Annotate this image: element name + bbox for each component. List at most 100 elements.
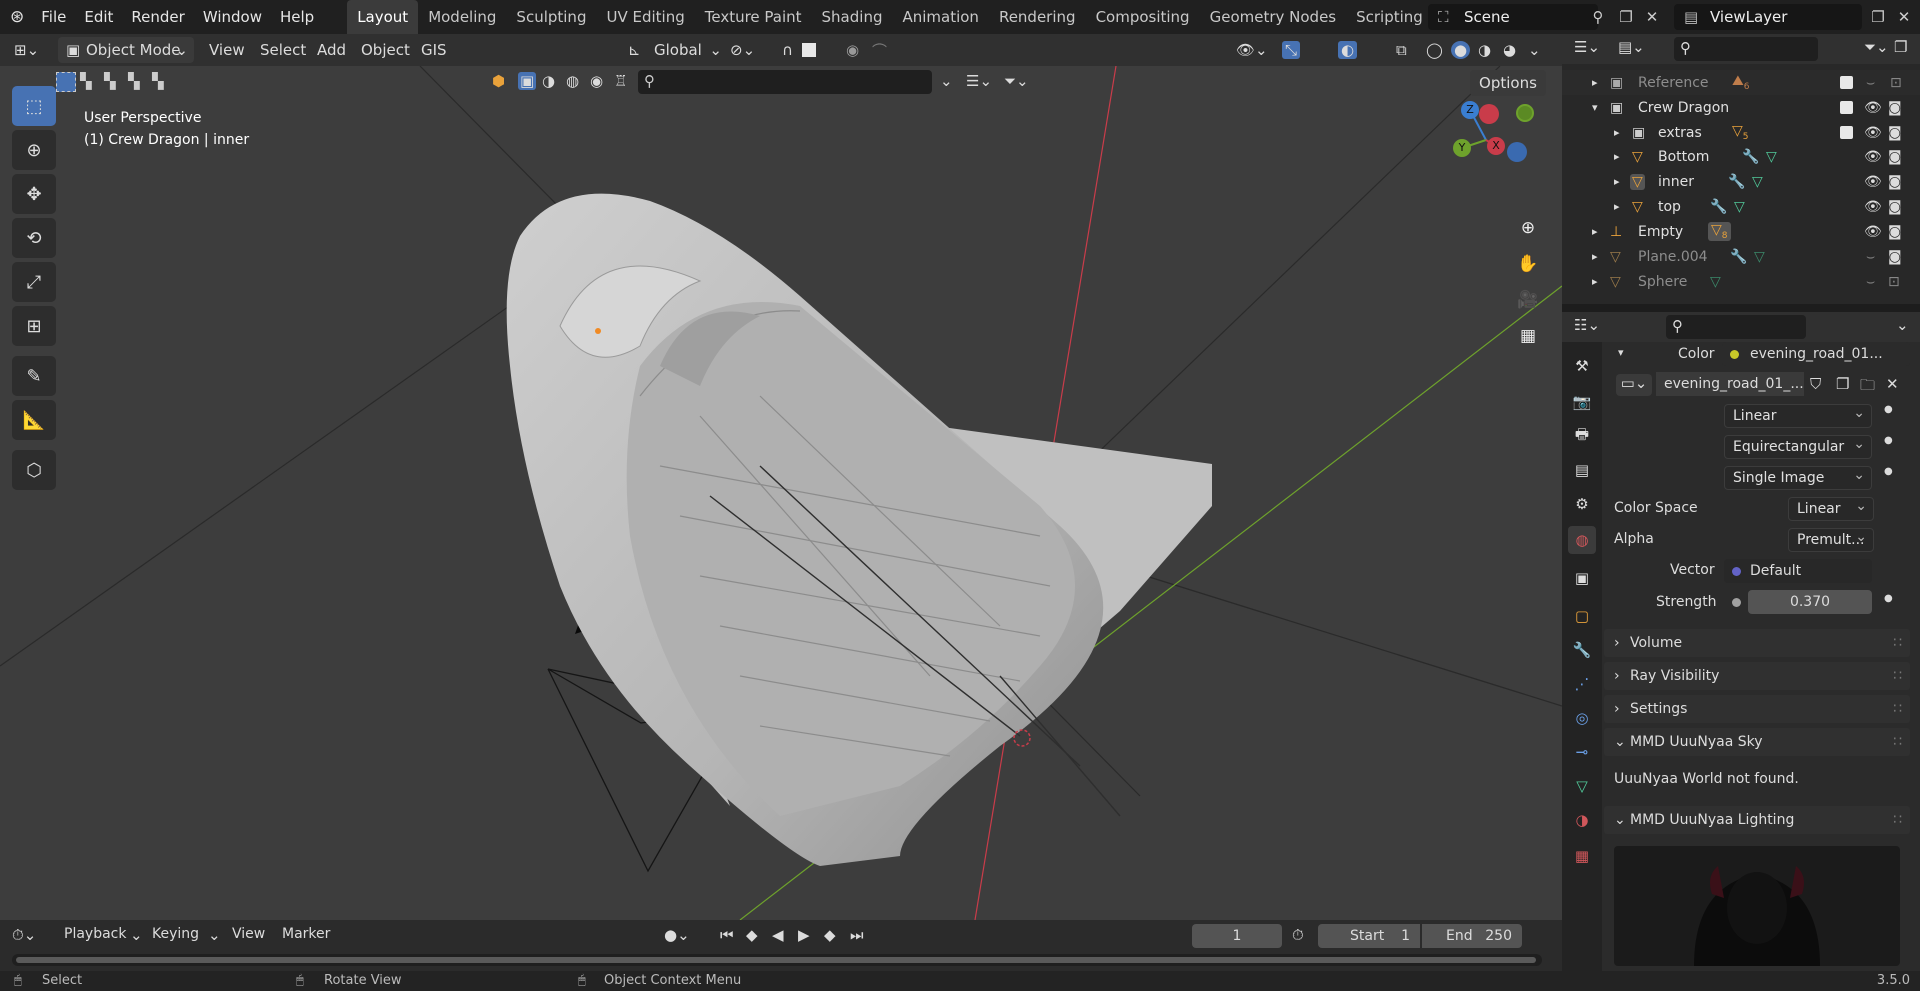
tab-texture-paint[interactable]: Texture Paint xyxy=(695,0,812,34)
3d-viewport[interactable]: User Perspective (1) Crew Dragon | inner… xyxy=(0,66,1562,920)
outliner-row-empty[interactable]: ▸ ⊥ Empty ▽8 👁 ◙ xyxy=(1562,219,1920,244)
gizmo-y-icon[interactable]: Y xyxy=(1453,139,1471,157)
xray-icon[interactable]: ⧉ xyxy=(1396,41,1407,59)
filter-shading-icon-3[interactable]: ◉ xyxy=(590,72,603,90)
timeline-scrollbar-thumb[interactable] xyxy=(16,957,1536,963)
filter-paint-icon[interactable]: ♖ xyxy=(614,72,627,90)
render-tab-icon[interactable]: 📷 xyxy=(1568,388,1596,416)
chevron-down-icon[interactable]: ⌄ xyxy=(1896,316,1909,334)
keyframe-dot-icon[interactable]: ● xyxy=(1884,466,1893,477)
menu-file[interactable]: File xyxy=(32,0,75,34)
select-box-icon[interactable] xyxy=(56,72,76,92)
constraints-tab-icon[interactable]: ⊸ xyxy=(1568,738,1596,766)
menu-object[interactable]: Object xyxy=(361,41,410,59)
transform-tool[interactable]: ⊞ xyxy=(12,306,56,346)
menu-keying[interactable]: Keying xyxy=(152,926,199,942)
display-mode-icon[interactable]: ▤⌄ xyxy=(1618,38,1645,56)
chevron-right-icon[interactable]: ▸ xyxy=(1614,200,1620,213)
physics-tab-icon[interactable]: ◎ xyxy=(1568,704,1596,732)
eye-icon[interactable]: 👁 xyxy=(1864,100,1882,116)
camera-render-icon[interactable]: ◙ xyxy=(1888,125,1902,141)
annotate-tool[interactable]: ✎ xyxy=(12,356,56,396)
outliner-row-plane[interactable]: ▸ ▽ Plane.004 🔧 ▽ ⌣ ◙ xyxy=(1562,244,1920,269)
outliner-editor-icon[interactable]: ☰⌄ xyxy=(1574,38,1600,56)
gizmo-neg-y-icon[interactable] xyxy=(1516,104,1534,122)
data-tab-icon[interactable]: ▽ xyxy=(1568,772,1596,800)
filter-shading-icon-1[interactable]: ◑ xyxy=(542,72,555,90)
view-layer-tab-icon[interactable]: ▤ xyxy=(1568,456,1596,484)
filter-icon[interactable]: ⏷⌄ xyxy=(1864,38,1889,56)
outliner-row-top[interactable]: ▸ ▽ top 🔧 ▽ 👁 ◙ xyxy=(1562,194,1920,219)
gizmo-neg-x-icon[interactable] xyxy=(1479,104,1499,124)
jump-end-icon[interactable]: ⏭ xyxy=(850,926,864,944)
outliner-search-field[interactable]: ⚲ xyxy=(1674,37,1818,61)
shading-options-icon[interactable]: ⌄ xyxy=(1528,41,1541,59)
current-frame-field[interactable]: 1 xyxy=(1192,924,1282,948)
tab-rendering[interactable]: Rendering xyxy=(989,0,1086,34)
render-disabled-icon[interactable]: ⊡ xyxy=(1888,274,1900,290)
snap-type-icon[interactable] xyxy=(802,43,816,57)
drag-handle-icon[interactable]: ∷ xyxy=(1893,806,1902,834)
camera-render-icon[interactable]: ◙ xyxy=(1888,199,1902,215)
next-keyframe-icon[interactable]: ◆ xyxy=(824,926,836,944)
blender-logo-icon[interactable]: ⊛ xyxy=(0,0,32,34)
filter-shading-icon-2[interactable]: ◍ xyxy=(566,72,579,90)
eye-icon[interactable]: 👁 xyxy=(1864,199,1882,215)
zoom-view-button[interactable]: ⊕ xyxy=(1512,212,1544,244)
new-view-layer-icon[interactable]: ❐ xyxy=(1866,5,1890,29)
menu-render[interactable]: Render xyxy=(122,0,193,34)
world-tab-icon[interactable]: ◍ xyxy=(1568,526,1596,554)
outliner-row-reference[interactable]: ▸ ▣ Reference ⛰6 ⌣ ⊡ xyxy=(1562,70,1920,95)
select-intersect-icon[interactable]: ▚ xyxy=(152,72,164,90)
render-disabled-icon[interactable]: ⊡ xyxy=(1890,75,1902,91)
object-tab-icon[interactable]: ▢ xyxy=(1568,602,1596,630)
alpha-dropdown[interactable]: Premult... xyxy=(1788,526,1874,552)
navigation-gizmo[interactable]: Z Y X xyxy=(1450,96,1540,186)
tool-tab-icon[interactable]: ⚒ xyxy=(1568,352,1596,380)
tab-geometry-nodes[interactable]: Geometry Nodes xyxy=(1200,0,1347,34)
new-scene-icon[interactable]: ❐ xyxy=(1614,5,1638,29)
drag-handle-icon[interactable]: ∷ xyxy=(1893,662,1902,690)
menu-select[interactable]: Select xyxy=(260,41,306,59)
include-checkbox[interactable] xyxy=(1840,76,1853,89)
modifier-tab-icon[interactable]: 🔧 xyxy=(1568,636,1596,664)
overlay-toggle-icon[interactable]: ◐ xyxy=(1338,41,1358,59)
falloff-icon[interactable]: ⌒ xyxy=(872,40,887,61)
move-tool[interactable]: ✥ xyxy=(12,174,56,214)
fake-user-icon[interactable]: ⛉ xyxy=(1810,375,1821,393)
tab-modeling[interactable]: Modeling xyxy=(418,0,506,34)
outliner-row-sphere[interactable]: ▸ ▽ Sphere ▽ ⌣ ⊡ xyxy=(1562,269,1920,294)
volume-panel-header[interactable]: › Volume ∷ xyxy=(1604,629,1910,657)
tab-compositing[interactable]: Compositing xyxy=(1086,0,1200,34)
source-dropdown[interactable]: Single Image xyxy=(1724,464,1872,490)
particles-tab-icon[interactable]: ⋰ xyxy=(1568,670,1596,698)
stopwatch-icon[interactable]: ⏱ xyxy=(1292,926,1304,944)
strength-field[interactable]: 0.370 xyxy=(1748,590,1872,614)
view-layer-selector[interactable]: ▤ ViewLayer xyxy=(1674,4,1862,30)
mode-selector[interactable]: ▣ Object Mode ⌄ xyxy=(58,37,194,63)
menu-view[interactable]: View xyxy=(209,41,245,59)
menu-edit[interactable]: Edit xyxy=(75,0,122,34)
projection-dropdown[interactable]: Equirectangular xyxy=(1724,433,1872,459)
tab-shading[interactable]: Shading xyxy=(812,0,893,34)
menu-help[interactable]: Help xyxy=(271,0,323,34)
camera-render-icon[interactable]: ◙ xyxy=(1888,149,1902,165)
gizmo-toggle-icon[interactable]: ⤡ xyxy=(1282,41,1301,59)
chevron-right-icon[interactable]: ▸ xyxy=(1614,126,1620,139)
delete-view-layer-icon[interactable]: ✕ xyxy=(1892,5,1916,29)
camera-view-button[interactable]: 🎥 xyxy=(1512,284,1544,316)
gizmo-z-icon[interactable]: Z xyxy=(1461,101,1479,119)
measure-tool[interactable]: 📐 xyxy=(12,400,56,440)
play-reverse-icon[interactable]: ◀ xyxy=(772,926,784,944)
duplicate-image-icon[interactable]: ❐ xyxy=(1836,375,1849,393)
camera-render-icon[interactable]: ◙ xyxy=(1888,100,1902,116)
camera-render-icon[interactable]: ◙ xyxy=(1888,174,1902,190)
wireframe-shading-icon[interactable]: ◯ xyxy=(1426,41,1443,59)
tab-layout[interactable]: Layout xyxy=(347,0,419,34)
ortho-toggle-button[interactable]: ▦ xyxy=(1512,320,1544,352)
menu-window[interactable]: Window xyxy=(194,0,271,34)
cursor-tool[interactable]: ⊕ xyxy=(12,130,56,170)
object-type-filter-icon[interactable]: ⬢ xyxy=(492,72,505,90)
color-input-field[interactable]: evening_road_01... xyxy=(1722,342,1910,366)
timeline-scrubber[interactable] xyxy=(12,954,1542,966)
